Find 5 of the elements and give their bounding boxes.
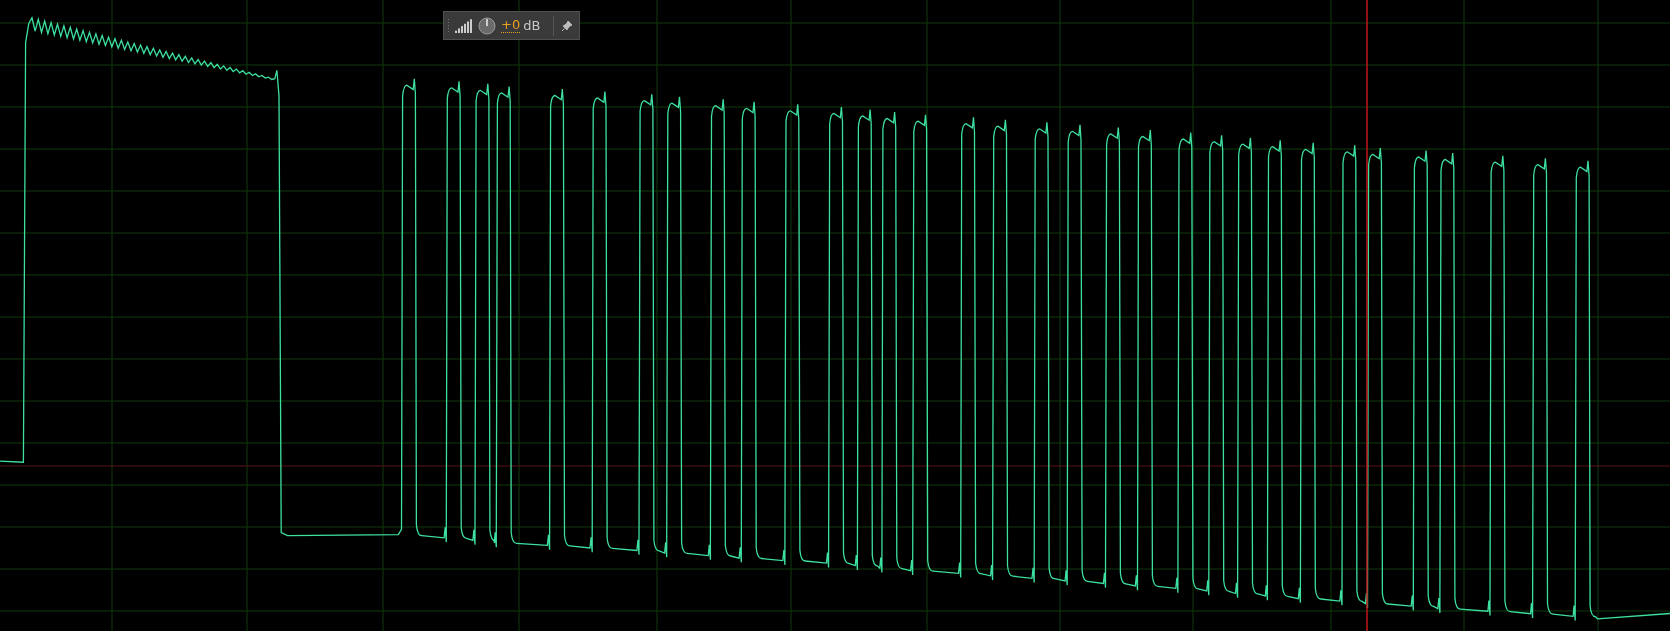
grip-handle-icon[interactable]: [447, 18, 450, 33]
gain-value[interactable]: +0: [501, 18, 521, 33]
gain-unit: dB: [523, 18, 541, 33]
volume-bars-icon: [455, 18, 473, 33]
gain-knob-icon[interactable]: [478, 16, 496, 35]
